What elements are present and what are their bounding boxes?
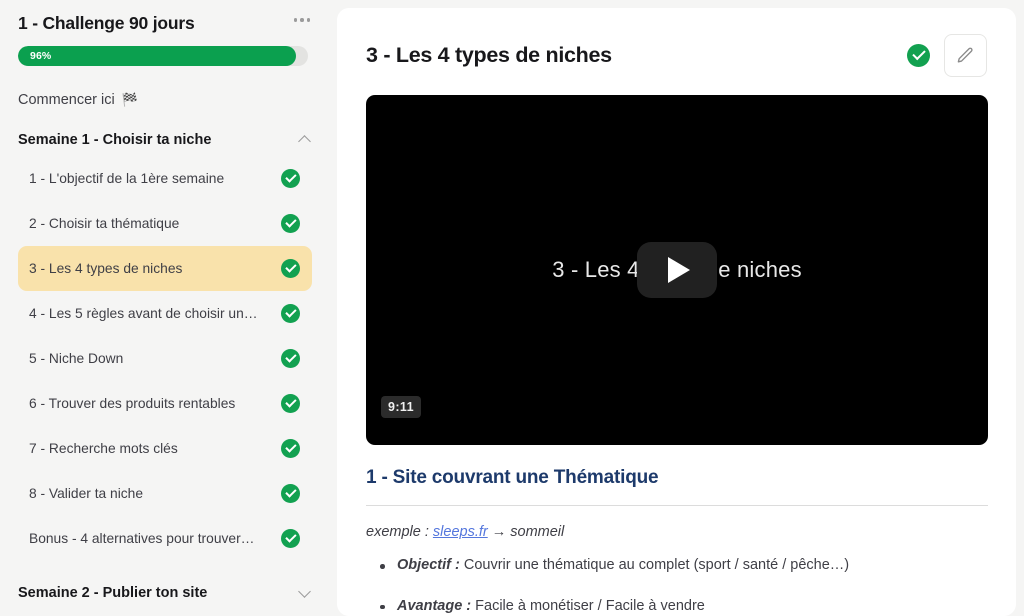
bullet-term: Avantage : [397, 597, 472, 614]
sidebar-lesson-item[interactable]: 6 - Trouver des produits rentables [18, 381, 312, 426]
sidebar-lesson-item[interactable]: 2 - Choisir ta thématique [18, 201, 312, 246]
chevron-down-icon[interactable] [298, 586, 312, 600]
divider [366, 505, 988, 506]
check-circle-icon [281, 483, 300, 503]
lesson-label: 2 - Choisir ta thématique [29, 215, 180, 231]
lesson-header: 3 - Les 4 types de niches [366, 34, 988, 77]
section-header-semaine-1[interactable]: Semaine 1 - Choisir ta niche [18, 129, 312, 151]
checkered-flag-icon: 🏁 [121, 92, 138, 108]
page-title: 3 - Les 4 types de niches [366, 43, 612, 67]
sidebar-lesson-item[interactable]: 4 - Les 5 règles avant de choisir un… [18, 291, 312, 336]
pencil-icon [957, 47, 973, 63]
chevron-up-icon[interactable] [298, 133, 312, 147]
play-triangle [668, 257, 690, 283]
bullet-text: Couvrir une thématique au complet (sport… [459, 557, 850, 573]
example-link[interactable]: sleeps.fr [433, 524, 488, 540]
lesson-label: 1 - L'objectif de la 1ère semaine [29, 170, 225, 186]
video-player[interactable]: 3 - Les 4 types de niches 9:11 [366, 95, 988, 445]
sidebar-lesson-item[interactable]: 1 - L'objectif de la 1ère semaine [18, 156, 312, 201]
check-circle-icon [281, 303, 300, 323]
content-bullet-item: Objectif : Couvrir une thématique au com… [380, 556, 988, 576]
content-bullet-list: Objectif : Couvrir une thématique au com… [366, 556, 988, 616]
check-circle-icon[interactable] [907, 44, 930, 67]
sidebar-lesson-item[interactable]: 8 - Valider ta niche [18, 471, 312, 516]
sidebar-lesson-item[interactable]: 5 - Niche Down [18, 336, 312, 381]
sidebar-lesson-item[interactable]: 3 - Les 4 types de niches [18, 245, 312, 291]
sidebar-item-start-here[interactable]: Commencer ici 🏁 [18, 92, 312, 108]
lesson-label: Bonus - 4 alternatives pour trouver… [29, 530, 255, 546]
example-prefix: exemple : [366, 524, 433, 540]
header-actions [907, 34, 987, 77]
content-bullet-item: Avantage : Facile à monétiser / Facile à… [380, 597, 988, 616]
course-title: 1 - Challenge 90 jours [18, 13, 195, 33]
section-header-semaine-2[interactable]: Semaine 2 - Publier ton site [18, 582, 312, 604]
lesson-label: 7 - Recherche mots clés [29, 440, 178, 456]
check-circle-icon [281, 438, 300, 458]
lesson-label: 6 - Trouver des produits rentables [29, 395, 236, 411]
edit-lesson-button[interactable] [944, 34, 987, 77]
check-circle-icon [281, 528, 300, 548]
lesson-label: 3 - Les 4 types de niches [29, 260, 183, 276]
content-heading: 1 - Site couvrant une Thématique [366, 467, 659, 488]
lesson-card: 3 - Les 4 types de niches 3 - Les 4 type… [337, 8, 1016, 616]
start-here-label: Commencer ici [18, 91, 115, 108]
main-content: 3 - Les 4 types de niches 3 - Les 4 type… [330, 0, 1024, 616]
check-circle-icon [281, 258, 300, 278]
sidebar-header: 1 - Challenge 90 jours [18, 0, 312, 35]
bullet-text: Facile à monétiser / Facile à vendre [471, 597, 705, 614]
section-title: Semaine 1 - Choisir ta niche [18, 131, 212, 148]
lesson-label: 5 - Niche Down [29, 350, 124, 366]
sidebar-lesson-item[interactable]: 7 - Recherche mots clés [18, 426, 312, 471]
check-circle-icon [281, 168, 300, 188]
check-circle-icon [281, 393, 300, 413]
progress-label: 96% [30, 49, 52, 62]
check-circle-icon [281, 348, 300, 368]
example-suffix: → sommeil [487, 524, 565, 540]
lesson-label: 8 - Valider ta niche [29, 485, 144, 501]
course-progress: 96% [18, 45, 312, 66]
play-button-icon[interactable] [637, 242, 717, 298]
ellipsis-horizontal-icon[interactable] [292, 12, 313, 28]
course-sidebar: 1 - Challenge 90 jours 96% Commencer ici… [0, 0, 330, 616]
progress-fill: 96% [18, 45, 297, 66]
section-title: Semaine 2 - Publier ton site [18, 584, 208, 601]
video-duration-badge: 9:11 [381, 396, 421, 418]
sidebar-lesson-item[interactable]: Bonus - 4 alternatives pour trouver… [18, 516, 312, 561]
lesson-label: 4 - Les 5 règles avant de choisir un… [29, 305, 258, 321]
bullet-term: Objectif : [397, 557, 460, 573]
example-line: exemple : sleeps.fr → sommeil [366, 524, 988, 540]
app-root: 1 - Challenge 90 jours 96% Commencer ici… [0, 0, 1024, 616]
lesson-list: 1 - L'objectif de la 1ère semaine 2 - Cho… [18, 156, 312, 561]
progress-track: 96% [18, 45, 308, 66]
check-circle-icon [281, 213, 300, 233]
